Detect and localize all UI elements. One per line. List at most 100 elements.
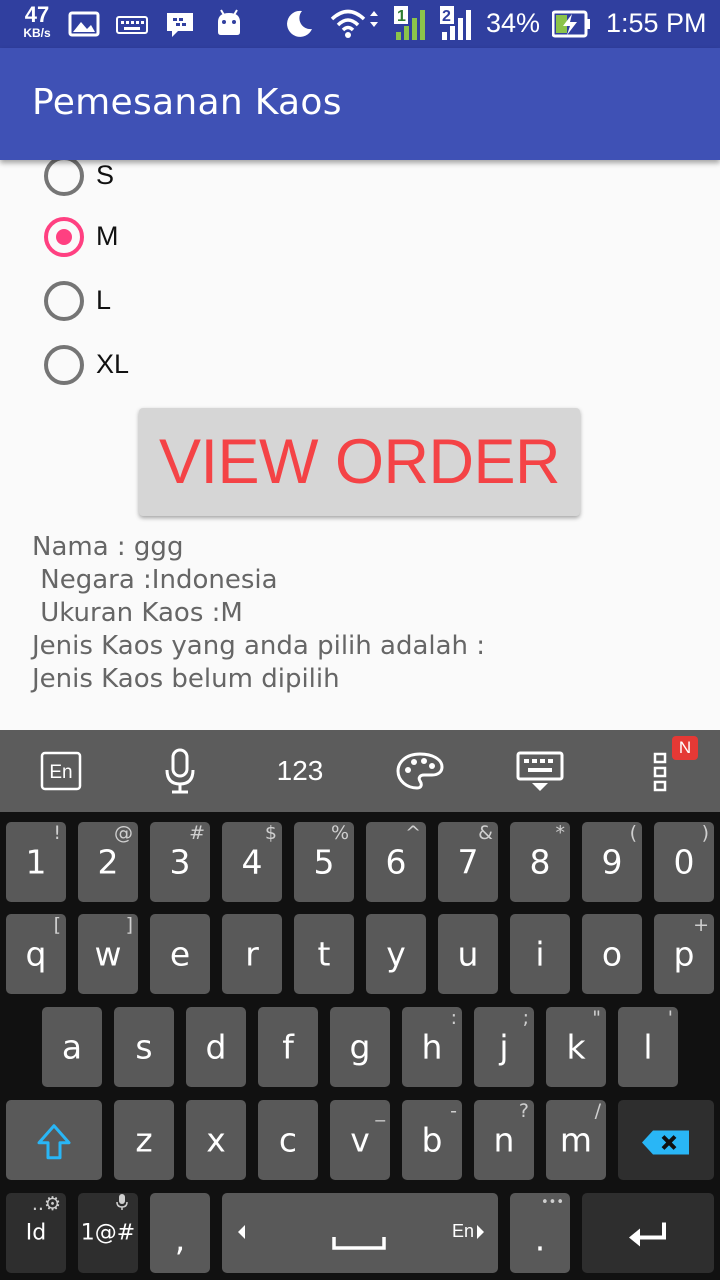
hide-keyboard-icon[interactable] <box>514 748 566 794</box>
battery-charging-icon <box>551 10 592 42</box>
key-x[interactable]: x <box>186 1100 246 1180</box>
key-secondary-label: + <box>693 914 709 936</box>
numbers-button[interactable]: 123 <box>264 748 336 794</box>
key-g[interactable]: g <box>330 1007 390 1087</box>
key-8[interactable]: * 8 <box>510 822 570 902</box>
radio-button-checked[interactable] <box>44 217 84 257</box>
key-9[interactable]: (9 <box>582 822 642 902</box>
page-title: Pemesanan Kaos <box>32 82 342 123</box>
key-5[interactable]: % 5 <box>294 822 354 902</box>
key-1[interactable]: ! 1 <box>6 822 66 902</box>
key-b[interactable]: -b <box>402 1100 462 1180</box>
key-q[interactable]: [q <box>6 914 66 994</box>
key-label: d <box>205 1027 227 1067</box>
key-p[interactable]: + p <box>654 914 714 994</box>
key-t[interactable]: t <box>294 914 354 994</box>
key-c[interactable]: c <box>258 1100 318 1180</box>
radio-button[interactable] <box>44 160 84 196</box>
key-secondary-label: $ <box>264 822 277 844</box>
backspace-key[interactable] <box>618 1100 714 1180</box>
key-m[interactable]: / m <box>546 1100 606 1180</box>
size-label: XL <box>96 349 130 379</box>
language-switch-key[interactable]: ..⚙ Id <box>6 1193 66 1273</box>
period-key[interactable]: ••• . <box>510 1193 570 1273</box>
key-y[interactable]: y <box>366 914 426 994</box>
radio-button[interactable] <box>44 345 84 385</box>
enter-key[interactable] <box>582 1193 714 1273</box>
key-n[interactable]: ? n <box>474 1100 534 1180</box>
language-icon[interactable]: En <box>38 748 84 794</box>
key-label: m <box>559 1120 593 1160</box>
network-speed-value: 47 <box>24 2 50 27</box>
key-secondary-label: @ <box>114 822 133 844</box>
key-label: , <box>174 1219 186 1259</box>
key-secondary-label: ] <box>125 914 133 936</box>
key-label: Id <box>25 1220 47 1246</box>
order-summary: Nama : ggg Negara :Indonesia Ukuran Kaos… <box>32 531 485 696</box>
key-2[interactable]: @2 <box>78 822 138 902</box>
key-secondary-label: / <box>594 1100 601 1122</box>
key-secondary-label: ) <box>701 822 709 844</box>
size-label: S <box>96 160 115 190</box>
comma-key[interactable]: , <box>150 1193 210 1273</box>
status-bar: 47 KB/s 1 2 34% 1:55 PM <box>0 0 720 48</box>
summary-type-heading: Jenis Kaos yang anda pilih adalah : <box>32 631 486 661</box>
size-option-l[interactable]: L <box>44 281 344 321</box>
key-6[interactable]: ^ 6 <box>366 822 426 902</box>
key-f[interactable]: f <box>258 1007 318 1087</box>
key-i[interactable]: i <box>510 914 570 994</box>
key-k[interactable]: " k <box>546 1007 606 1087</box>
key-label: c <box>278 1120 298 1160</box>
key-v[interactable]: _ v <box>330 1100 390 1180</box>
cursor-left-icon <box>236 1224 246 1244</box>
microphone-small-icon <box>116 1193 128 1216</box>
size-option-xl[interactable]: XL <box>44 345 344 385</box>
key-s[interactable]: s <box>114 1007 174 1087</box>
network-speed-unit: KB/s <box>23 26 51 40</box>
space-key[interactable]: En <box>222 1193 498 1273</box>
more-icon[interactable] <box>648 748 672 794</box>
key-l[interactable]: ' l <box>618 1007 678 1087</box>
key-0[interactable]: ) 0 <box>654 822 714 902</box>
key-h[interactable]: :h <box>402 1007 462 1087</box>
view-order-button[interactable]: VIEW ORDER <box>139 408 580 516</box>
soft-keyboard: En 123 N ! 1 @2 #3 $4 % 5 ^ 6 & 7 * 8 (9 ) 0 [… <box>0 730 720 1280</box>
size-option-s[interactable]: S <box>44 160 344 196</box>
key-secondary-label: ( <box>629 822 637 844</box>
key-e[interactable]: e <box>150 914 210 994</box>
microphone-icon[interactable] <box>160 748 200 794</box>
key-label: k <box>566 1027 586 1067</box>
space-bar-icon <box>332 1235 386 1255</box>
radio-button[interactable] <box>44 281 84 321</box>
key-label: l <box>643 1027 653 1067</box>
key-label: f <box>282 1027 294 1067</box>
view-order-label: VIEW ORDER <box>158 427 561 497</box>
key-d[interactable]: d <box>186 1007 246 1087</box>
key-z[interactable]: z <box>114 1100 174 1180</box>
shift-key[interactable] <box>6 1100 102 1180</box>
key-7[interactable]: & 7 <box>438 822 498 902</box>
key-label: q <box>25 934 47 974</box>
key-r[interactable]: r <box>222 914 282 994</box>
size-option-m[interactable]: M <box>44 217 344 257</box>
symbols-key[interactable]: 1@# <box>78 1193 138 1273</box>
image-icon <box>68 11 100 41</box>
palette-icon[interactable] <box>394 748 446 794</box>
key-u[interactable]: u <box>438 914 498 994</box>
key-label: u <box>457 934 479 974</box>
key-w[interactable]: ] w <box>78 914 138 994</box>
key-o[interactable]: o <box>582 914 642 994</box>
key-label: h <box>421 1027 443 1067</box>
key-4[interactable]: $4 <box>222 822 282 902</box>
key-label: 4 <box>241 842 263 882</box>
key-label: t <box>317 934 331 974</box>
key-label: r <box>245 934 259 974</box>
key-a[interactable]: a <box>42 1007 102 1087</box>
android-icon <box>214 8 244 42</box>
key-secondary-label: ; <box>522 1007 529 1029</box>
key-label: 8 <box>529 842 551 882</box>
size-label: L <box>96 285 112 315</box>
key-3[interactable]: #3 <box>150 822 210 902</box>
key-secondary-label: ••• <box>540 1195 564 1210</box>
key-j[interactable]: ; j <box>474 1007 534 1087</box>
